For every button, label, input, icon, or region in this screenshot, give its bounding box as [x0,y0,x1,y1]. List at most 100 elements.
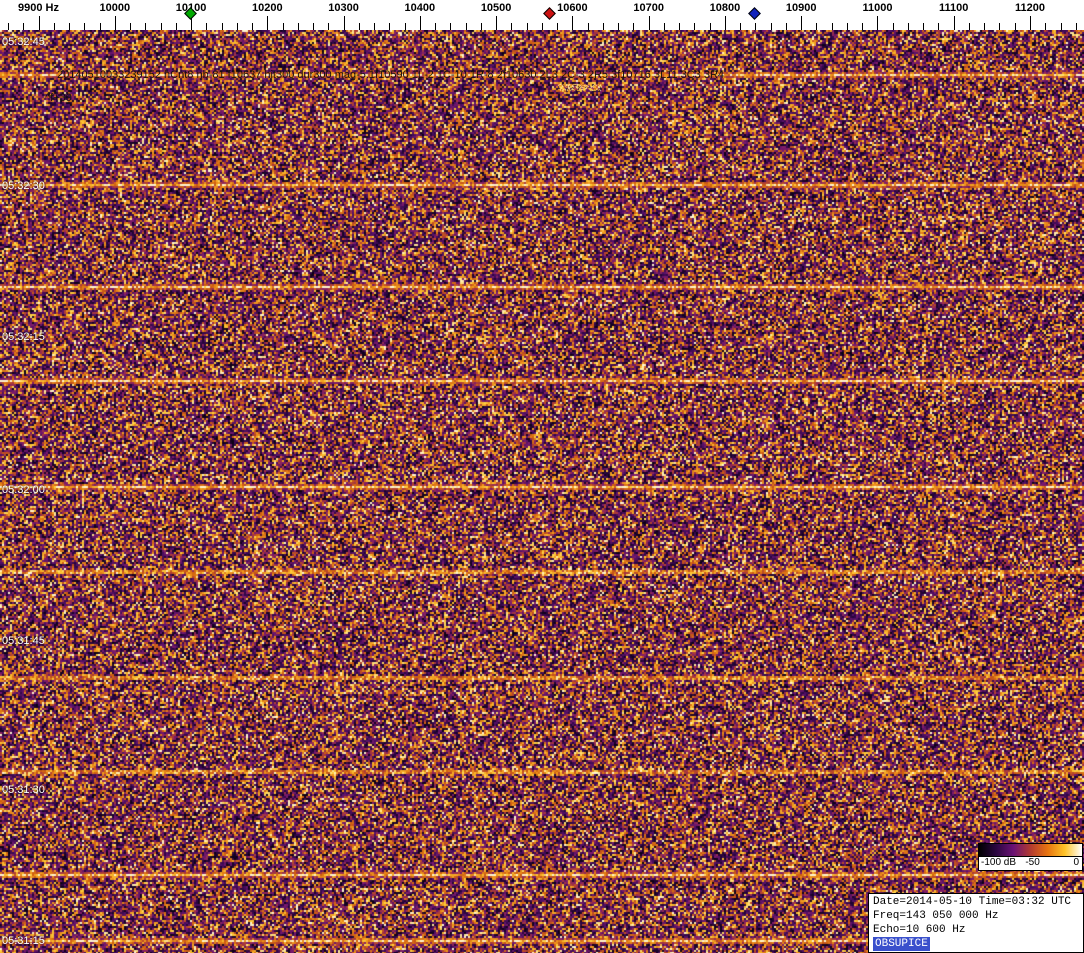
station-name: OBSUPICE [873,937,930,951]
minor-tick [53,23,55,30]
minor-tick [831,23,833,30]
minor-tick [557,23,559,30]
minor-tick [892,23,894,30]
minor-tick [7,23,9,30]
minor-tick [511,23,513,30]
minor-tick [328,23,330,30]
db-label-min: -100 dB [981,857,1017,868]
minor-tick [755,23,757,30]
time-label: 05:32:45 [2,36,45,48]
freq-tick-label: 11000 [862,2,893,14]
minor-tick [618,23,620,30]
minor-tick [1060,23,1062,30]
minor-tick [313,23,315,30]
freq-tick-label: 10400 [404,2,436,14]
minor-tick [282,23,284,30]
minor-tick [587,23,589,30]
info-date-line: Date=2014-05-10 Time=03:32 UTC [873,896,1072,908]
freq-tick-label: 10500 [480,2,512,14]
major-tick [953,16,955,30]
minor-tick [465,23,467,30]
detection-annotation: 20140510033239152 hCnt8 nb-81 f10637 hit… [57,69,725,81]
minor-tick [69,23,70,30]
minor-tick [663,23,665,30]
time-label: 05:32:15 [2,331,45,343]
minor-tick [709,23,711,30]
time-label: 05:32:00 [2,484,45,496]
minor-tick [160,23,162,30]
db-gradient-bar [979,844,1082,857]
major-tick [267,16,269,30]
freq-tick-label: 9900 Hz [18,2,59,14]
db-scale-legend: -100 dB -50 0 [978,843,1083,871]
db-scale-labels: -100 dB -50 0 [979,857,1082,870]
freq-tick-label: 10200 [252,2,283,14]
freq-tick-label: 10900 [785,2,817,14]
minor-tick [1014,23,1016,30]
minor-tick [938,23,940,30]
major-tick [419,16,421,30]
minor-tick [633,23,635,30]
minor-tick [602,23,604,30]
minor-tick [84,23,86,30]
time-label: 05:32:30 [2,180,45,192]
freq-tick-label: 10800 [709,2,741,14]
minor-tick [236,23,238,30]
minor-tick [740,23,742,30]
minor-tick [907,23,909,30]
minor-tick [99,23,101,30]
minor-tick [816,23,818,30]
time-label: 05:31:30 [2,784,45,796]
major-tick [114,16,116,30]
meteor-spectrogram-app: 9900 Hz100001010010200103001040010500106… [0,0,1084,953]
freq-tick-label: 10700 [633,2,664,14]
minor-tick [206,23,208,30]
minor-tick [694,23,696,30]
freq-tick-label: 10000 [99,2,131,14]
db-label-mid: -50 [1025,857,1040,868]
minor-tick [252,23,254,30]
info-echo-line: Echo=10 600 Hz [873,924,966,936]
blue-marker[interactable] [748,7,762,20]
time-label: 05:31:45 [2,635,45,647]
freq-tick-label: 11200 [1014,2,1045,14]
time-label: 05:31:15 [2,935,45,947]
info-freq-line: Freq=143 050 000 Hz [873,910,999,922]
minor-tick [1045,23,1047,30]
major-tick [877,16,879,30]
minor-tick [999,23,1001,30]
freq-tick-label: 11100 [939,2,969,14]
info-station-line: OBSUPICE [873,937,1079,951]
major-tick [572,16,574,30]
minor-tick [526,23,528,30]
minor-tick [923,23,925,30]
frequency-offset-annotation: ^f+39 [45,92,72,104]
major-tick [343,16,345,30]
red-marker[interactable] [542,7,556,20]
db-label-max: 0 [1073,857,1079,868]
minor-tick [984,23,986,30]
frequency-ruler: 9900 Hz100001010010200103001040010500106… [0,0,1084,30]
major-tick [801,16,803,30]
major-tick [496,16,498,30]
minor-tick [785,23,787,30]
minor-tick [1075,23,1077,30]
minor-tick [541,23,543,30]
minor-tick [480,23,482,30]
major-tick [38,16,40,30]
minor-tick [679,23,681,30]
major-tick [724,16,726,30]
minor-tick [130,23,132,30]
minor-tick [846,23,848,30]
minor-tick [404,23,406,30]
minor-tick [389,23,391,30]
freq-tick-label: 10300 [328,2,359,14]
major-tick [1029,16,1031,30]
minor-tick [297,23,299,30]
minor-tick [374,23,376,30]
minor-tick [145,23,147,30]
minor-tick [221,23,223,30]
minor-tick [175,23,177,30]
minor-tick [968,23,970,30]
spectrogram-canvas [0,30,1084,953]
